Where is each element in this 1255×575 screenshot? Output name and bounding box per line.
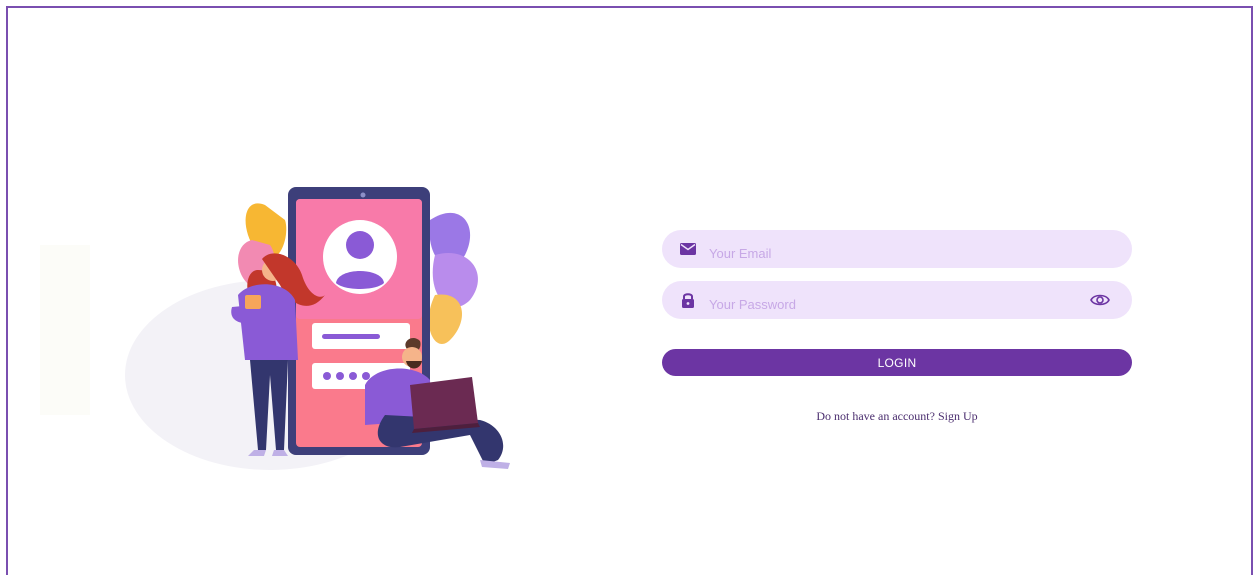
signup-link[interactable]: Sign Up [938, 409, 978, 423]
password-field[interactable] [662, 281, 1132, 323]
login-illustration [40, 187, 510, 470]
signup-prompt-text: Do not have an account? [816, 409, 935, 423]
email-field[interactable] [662, 230, 1132, 272]
eye-icon[interactable] [1090, 292, 1110, 308]
email-input[interactable] [709, 230, 1079, 272]
envelope-icon [680, 243, 696, 255]
login-button[interactable]: LOGIN [662, 349, 1132, 376]
signup-prompt: Do not have an account? Sign Up [662, 409, 1132, 424]
lock-icon [682, 293, 694, 308]
password-input[interactable] [709, 281, 1079, 323]
